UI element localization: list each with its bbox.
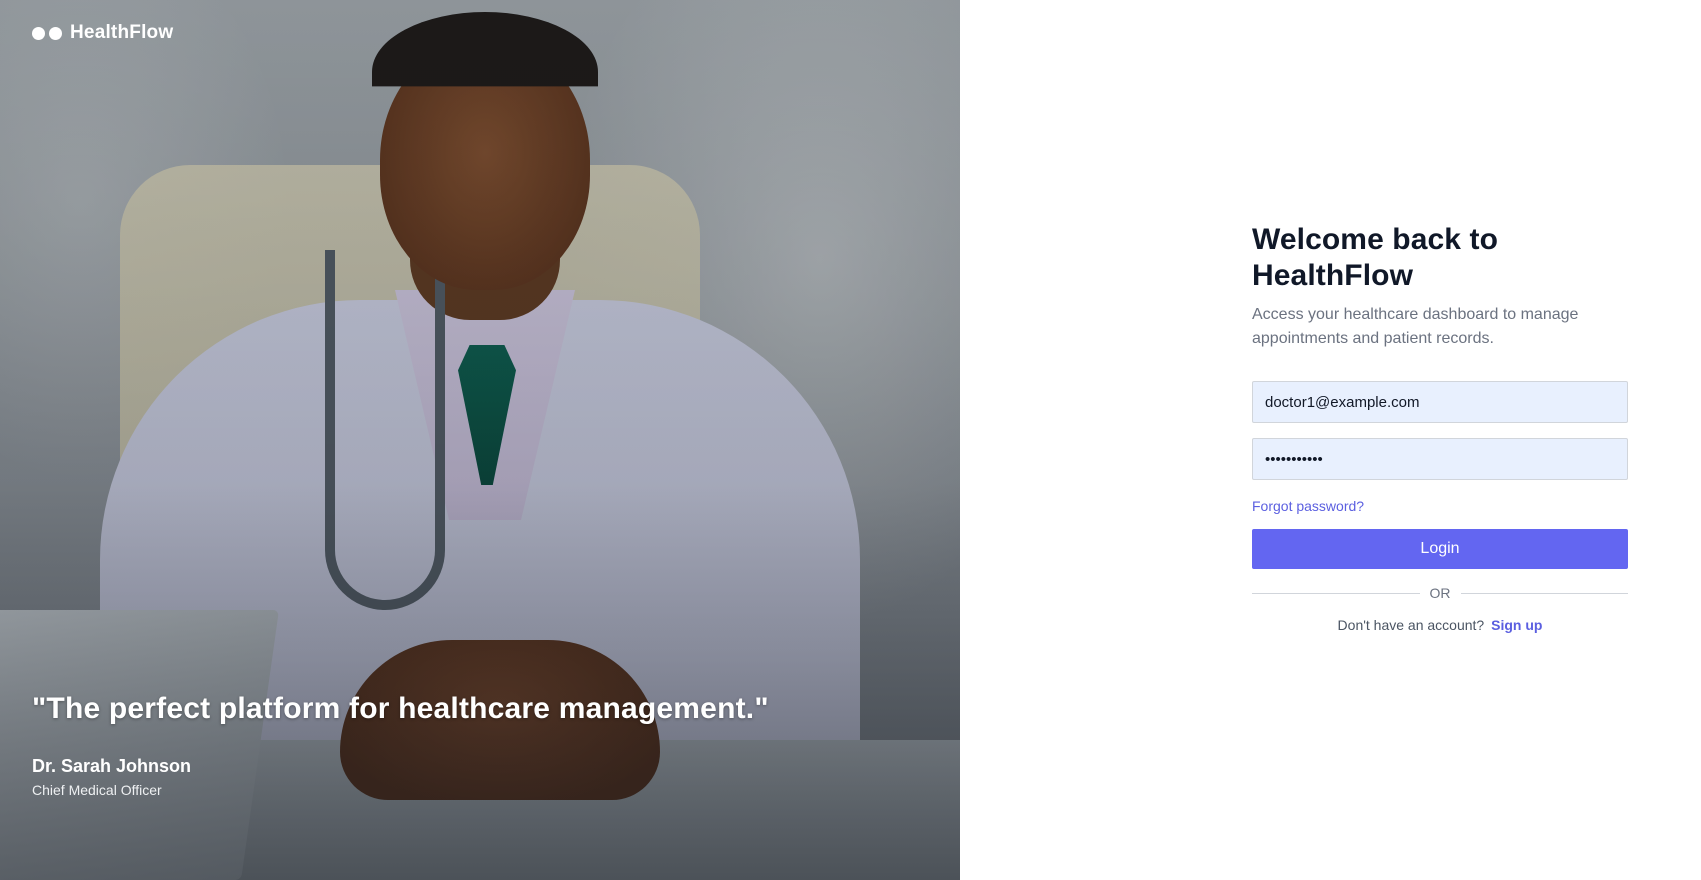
testimonial-author: Dr. Sarah Johnson Chief Medical Officer xyxy=(32,756,191,798)
hero-panel: HealthFlow "The perfect platform for hea… xyxy=(0,0,960,880)
signup-link[interactable]: Sign up xyxy=(1491,617,1542,633)
login-title-line-1: Welcome back to xyxy=(1252,223,1499,256)
divider-line-left xyxy=(1252,592,1420,594)
signup-prompt: Don't have an account? xyxy=(1337,617,1485,633)
login-button[interactable]: Login xyxy=(1252,529,1628,569)
author-name: Dr. Sarah Johnson xyxy=(32,756,192,776)
signup-row: Don't have an account? Sign up xyxy=(1252,617,1628,633)
forgot-password-link[interactable]: Forgot password? xyxy=(1252,498,1364,514)
login-title: Welcome back to HealthFlow xyxy=(1252,222,1628,294)
login-subtitle-line-1: Access your healthcare dashboard to mana… xyxy=(1252,306,1579,323)
login-subtitle-line-2: appointments and patient records. xyxy=(1252,330,1494,347)
hero-overlay xyxy=(0,0,960,880)
login-form: Welcome back to HealthFlow Access your h… xyxy=(1252,222,1628,633)
logo-dots-icon xyxy=(32,26,62,40)
testimonial-quote: "The perfect platform for healthcare man… xyxy=(32,692,769,725)
login-title-line-2: HealthFlow xyxy=(1252,259,1414,292)
email-field[interactable] xyxy=(1252,381,1628,423)
author-role: Chief Medical Officer xyxy=(32,782,162,798)
password-field[interactable] xyxy=(1252,438,1628,480)
login-subtitle: Access your healthcare dashboard to mana… xyxy=(1252,303,1628,351)
brand-name: HealthFlow xyxy=(70,22,174,43)
or-divider: OR xyxy=(1252,585,1628,601)
brand-logo: HealthFlow xyxy=(32,22,173,44)
divider-label: OR xyxy=(1429,585,1451,601)
divider-line-right xyxy=(1460,592,1628,594)
